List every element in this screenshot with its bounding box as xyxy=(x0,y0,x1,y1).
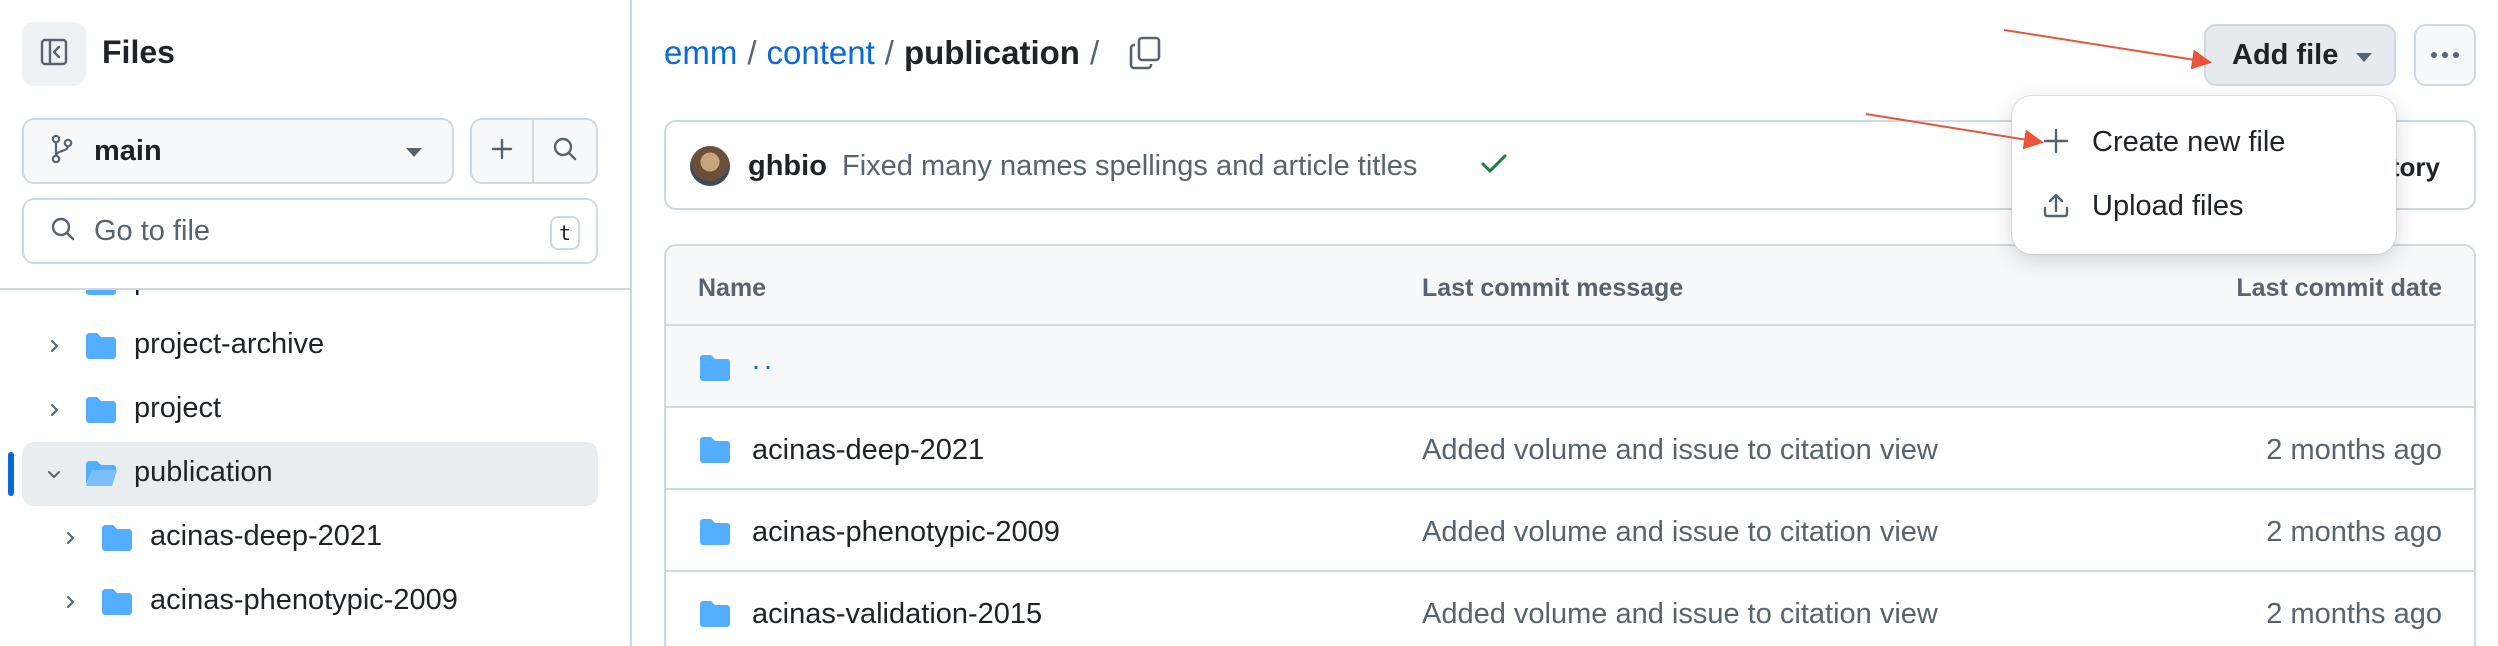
add-file-label: Add file xyxy=(2232,38,2339,71)
branch-name: main xyxy=(94,134,162,167)
tree-item-project-archive[interactable]: project-archive xyxy=(0,314,630,378)
search-tree-button[interactable] xyxy=(534,120,596,182)
check-icon[interactable] xyxy=(1480,152,1508,181)
parent-directory-link[interactable]: .. xyxy=(752,344,776,377)
file-name-link[interactable]: acinas-deep-2021 xyxy=(752,434,984,467)
git-branch-icon xyxy=(50,134,74,169)
go-to-file-input[interactable]: Go to file t xyxy=(22,198,598,264)
commit-author[interactable]: ghbio xyxy=(748,150,827,183)
file-table: Name Last commit message Last commit dat… xyxy=(664,244,2476,646)
create-new-file-menu-item[interactable]: Create new file xyxy=(2012,110,2396,172)
table-row[interactable]: acinas-phenotypic-2009 Added volume and … xyxy=(666,490,2474,572)
tree-item-label: publication xyxy=(134,456,273,488)
table-header: Name Last commit message Last commit dat… xyxy=(666,246,2474,326)
tree-item-acinas-phenotypic-2009[interactable]: acinas-phenotypic-2009 xyxy=(0,570,630,634)
folder-icon xyxy=(100,524,134,557)
search-icon xyxy=(552,136,578,167)
folder-icon xyxy=(100,588,134,621)
tree-item-label: project-archive xyxy=(134,328,325,360)
plus-icon xyxy=(490,137,514,166)
upload-icon xyxy=(2042,191,2070,224)
column-header-name: Name xyxy=(698,274,767,302)
folder-icon xyxy=(698,600,732,633)
folder-icon xyxy=(84,332,118,365)
chevron-down-icon[interactable] xyxy=(42,462,66,486)
folder-icon xyxy=(698,518,732,551)
breadcrumb-current: publication xyxy=(903,34,1080,71)
folder-icon xyxy=(698,354,732,387)
go-to-file-placeholder: Go to file xyxy=(94,214,211,247)
upload-files-menu-item[interactable]: Upload files xyxy=(2012,174,2396,236)
folder-icon xyxy=(84,396,118,429)
breadcrumb-separator: / xyxy=(1089,34,1100,71)
tree-item-label: acinas-deep-2021 xyxy=(150,520,383,552)
column-header-message: Last commit message xyxy=(1422,274,1684,302)
add-file-tree-button[interactable] xyxy=(472,120,534,182)
chevron-right-icon[interactable] xyxy=(42,398,66,422)
breadcrumb: emm / content / publication / xyxy=(664,34,1161,72)
table-row[interactable]: acinas-deep-2021 Added volume and issue … xyxy=(666,408,2474,490)
breadcrumb-separator: / xyxy=(884,34,894,71)
sidebar-collapse-icon xyxy=(39,37,69,72)
chevron-right-icon[interactable] xyxy=(58,590,82,614)
menu-item-label: Upload files xyxy=(2092,190,2244,222)
column-header-date: Last commit date xyxy=(2236,274,2442,302)
folder-icon xyxy=(698,436,732,469)
main-content: emm / content / publication / Add file g… xyxy=(632,0,2498,646)
sidebar-header: Files main Go to file t xyxy=(0,0,630,290)
collapse-sidebar-button[interactable] xyxy=(22,22,86,86)
branch-selector[interactable]: main xyxy=(22,118,454,184)
more-options-button[interactable] xyxy=(2414,24,2476,86)
selected-indicator xyxy=(8,452,14,496)
breadcrumb-folder-link[interactable]: content xyxy=(767,34,875,72)
commit-date: 2 months ago xyxy=(2266,434,2442,466)
chevron-right-icon[interactable] xyxy=(42,334,66,358)
search-icon xyxy=(50,216,76,247)
folder-open-icon xyxy=(84,460,118,493)
breadcrumb-separator: / xyxy=(747,34,757,71)
commit-message-link[interactable]: Added volume and issue to citation view xyxy=(1422,434,1938,467)
tree-item-label: project xyxy=(134,392,222,424)
commit-message-link[interactable]: Added volume and issue to citation view xyxy=(1422,598,1938,631)
file-name-link[interactable]: acinas-validation-2015 xyxy=(752,598,1042,631)
sidebar-title: Files xyxy=(102,34,175,70)
commit-message[interactable]: Fixed many names spellings and article t… xyxy=(842,150,1417,183)
kebab-horizontal-icon xyxy=(2430,46,2460,64)
tree-item-project[interactable]: project xyxy=(0,378,630,442)
table-row[interactable]: acinas-validation-2015 Added volume and … xyxy=(666,572,2474,646)
keyboard-shortcut: t xyxy=(550,216,580,250)
tree-item-publication[interactable]: publication xyxy=(0,442,630,506)
tree-actions xyxy=(470,118,598,184)
add-file-button[interactable]: Add file xyxy=(2204,24,2396,86)
add-file-menu: Create new file Upload files xyxy=(2012,96,2396,254)
caret-down-icon xyxy=(2356,53,2372,62)
menu-item-label: Create new file xyxy=(2092,126,2286,158)
commit-date: 2 months ago xyxy=(2266,516,2442,548)
file-name-link[interactable]: acinas-phenotypic-2009 xyxy=(752,516,1060,549)
tree-item-acinas-deep-2021[interactable]: acinas-deep-2021 xyxy=(0,506,630,570)
copy-path-icon[interactable] xyxy=(1129,36,1161,70)
avatar[interactable] xyxy=(690,146,730,186)
commit-date: 2 months ago xyxy=(2266,598,2442,630)
caret-down-icon xyxy=(406,148,422,157)
parent-directory-row[interactable]: .. xyxy=(666,326,2474,408)
file-tree-sidebar: post project-archive project xyxy=(0,0,632,646)
breadcrumb-repo-link[interactable]: emm xyxy=(664,34,737,72)
history-link[interactable]: tory xyxy=(2391,152,2440,183)
commit-message-link[interactable]: Added volume and issue to citation view xyxy=(1422,516,1938,549)
plus-icon xyxy=(2042,127,2070,160)
chevron-right-icon[interactable] xyxy=(58,526,82,550)
tree-item-label: acinas-phenotypic-2009 xyxy=(150,584,458,616)
